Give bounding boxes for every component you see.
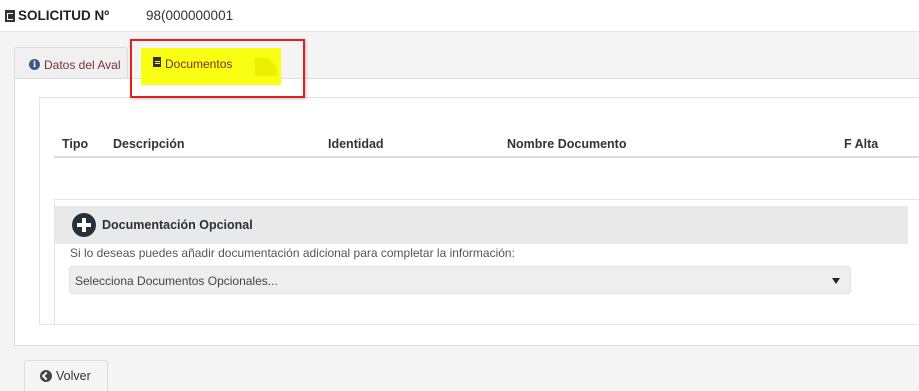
- file-icon: [153, 57, 161, 67]
- optional-documents-description: Si lo deseas puedes añadir documentación…: [70, 246, 515, 260]
- tab-datos-del-aval[interactable]: i Datos del Aval: [14, 47, 128, 79]
- documents-section: Tipo Descripción Identidad Nombre Docume…: [39, 97, 919, 325]
- back-button-label: Volver: [56, 369, 91, 383]
- optional-documents-title: Documentación Opcional: [102, 218, 253, 232]
- tab-panel: Tipo Descripción Identidad Nombre Docume…: [14, 78, 919, 346]
- page-title: SOLICITUD Nº: [18, 8, 110, 23]
- request-number: 98(000000001: [146, 8, 234, 23]
- column-tipo: Tipo: [62, 137, 89, 151]
- page-header: SOLICITUD Nº 98(000000001: [0, 0, 919, 32]
- arrow-left-circle-icon: [40, 370, 52, 382]
- tab-documentos[interactable]: Documentos: [141, 48, 281, 85]
- tab-label: Datos del Aval: [44, 58, 121, 72]
- sticky-note-fold: [255, 58, 277, 76]
- column-f-alta: F Alta: [844, 137, 879, 151]
- optional-documents-panel: Documentación Opcional Si lo deseas pued…: [54, 199, 919, 325]
- select-placeholder: Selecciona Documentos Opcionales...: [75, 274, 278, 288]
- caret-down-icon: [832, 278, 840, 284]
- column-identidad: Identidad: [328, 137, 384, 151]
- document-icon: [5, 10, 15, 22]
- tab-label: Documentos: [165, 57, 233, 71]
- column-nombre-documento: Nombre Documento: [507, 137, 627, 151]
- back-button[interactable]: Volver: [24, 360, 108, 391]
- plus-circle-icon[interactable]: [72, 213, 96, 237]
- optional-documents-select[interactable]: Selecciona Documentos Opcionales...: [69, 266, 851, 294]
- documents-table-header: Tipo Descripción Identidad Nombre Docume…: [54, 128, 919, 158]
- optional-documents-header[interactable]: Documentación Opcional: [55, 206, 908, 244]
- column-descripcion: Descripción: [113, 137, 185, 151]
- info-icon: i: [29, 59, 40, 70]
